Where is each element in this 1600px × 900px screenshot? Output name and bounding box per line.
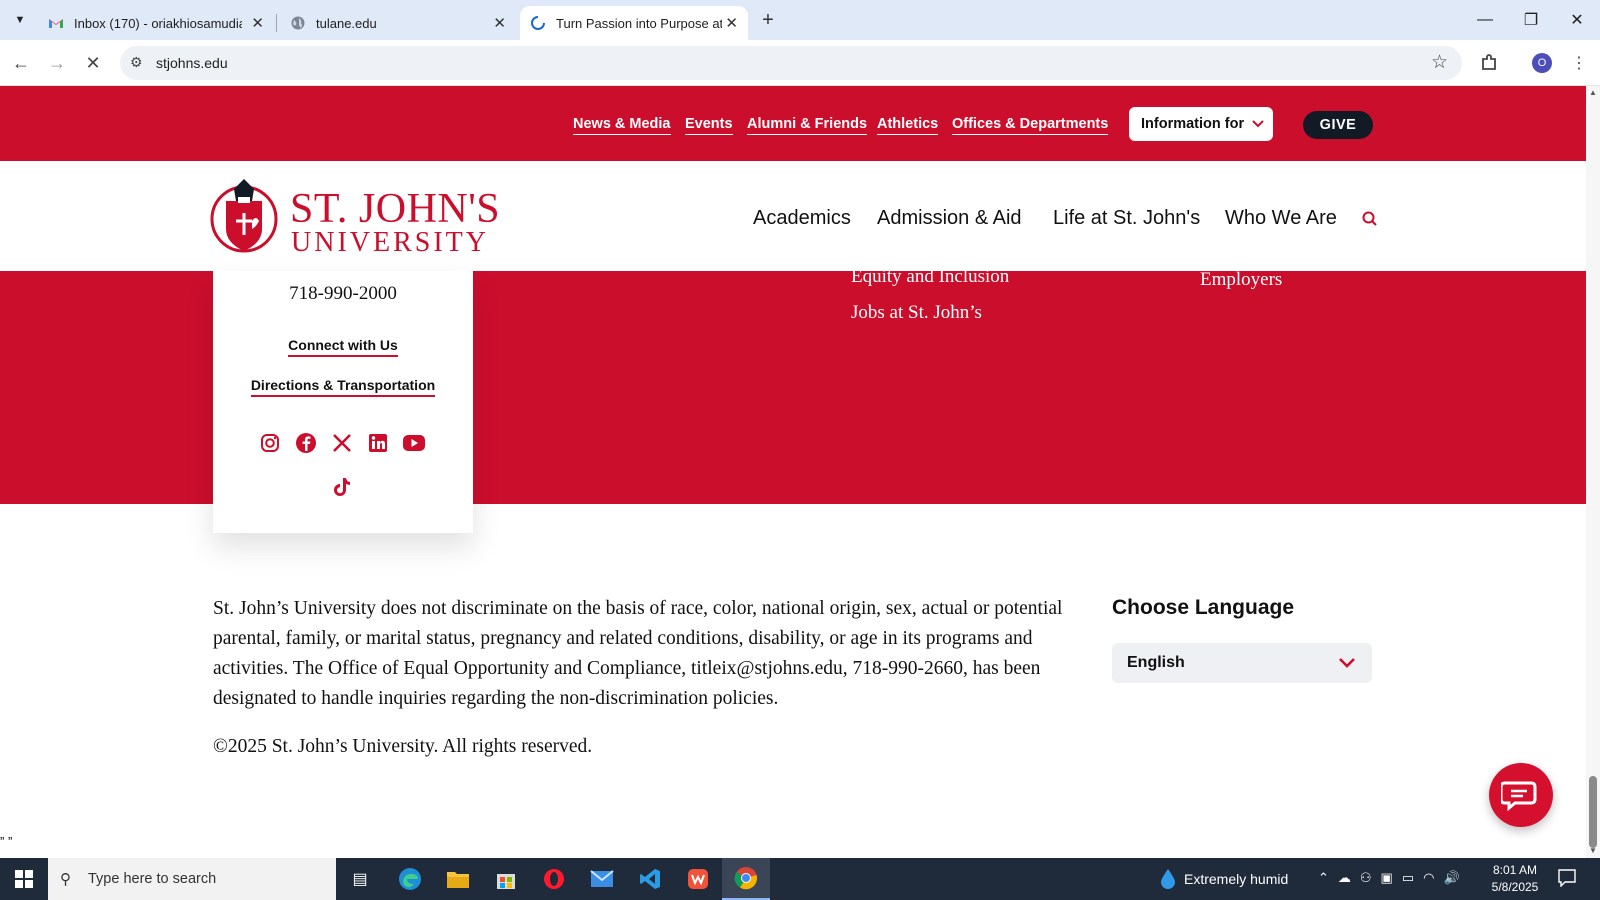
page-scrollbar[interactable]: ▲ ▼	[1586, 86, 1600, 858]
language-value: English	[1127, 654, 1185, 671]
edge-icon[interactable]	[386, 858, 434, 900]
extensions-icon[interactable]	[1476, 50, 1502, 76]
information-for-label: Information for	[1141, 116, 1245, 132]
weather-widget[interactable]: Extremely humid	[1160, 858, 1288, 900]
facebook-icon[interactable]	[294, 431, 318, 455]
nav-who-we-are[interactable]: Who We Are	[1225, 207, 1337, 230]
footer-link-employers[interactable]: Employers	[1200, 269, 1282, 291]
tab-title: Inbox (170) - oriakhiosamudiam	[74, 15, 242, 31]
x-icon[interactable]	[330, 431, 354, 455]
chevron-down-icon	[1339, 658, 1355, 668]
browser-toolbar: ← → ✕ ⚙ stjohns.edu ☆ O ⋮	[0, 40, 1600, 86]
main-nav: ST. JOHN'S UNIVERSITY Academics Admissio…	[0, 161, 1586, 271]
nav-alumni-friends[interactable]: Alumni & Friends	[747, 116, 868, 135]
clock-time: 8:01 AM	[1492, 863, 1538, 877]
stop-icon[interactable]: ✕	[80, 50, 106, 76]
bookmark-star-icon[interactable]: ☆	[1431, 51, 1448, 74]
footer-link-jobs[interactable]: Jobs at St. John’s	[851, 302, 982, 324]
taskbar-search-placeholder: Type here to search	[88, 871, 217, 887]
tiktok-icon[interactable]	[330, 475, 354, 499]
file-explorer-icon[interactable]	[434, 858, 482, 900]
minimize-icon[interactable]: —	[1462, 0, 1508, 40]
scroll-down-arrow[interactable]: ▼	[1589, 846, 1597, 855]
chat-icon	[1501, 781, 1537, 811]
chrome-icon[interactable]	[722, 858, 770, 900]
task-view-icon[interactable]: ▤	[336, 858, 384, 900]
tab-stjohns[interactable]: Turn Passion into Purpose at St. ✕	[520, 6, 748, 40]
scroll-up-arrow[interactable]: ▲	[1589, 88, 1597, 97]
humidity-drop-icon	[1161, 869, 1175, 889]
linkedin-icon[interactable]	[366, 431, 390, 455]
mail-icon[interactable]	[578, 858, 626, 900]
nav-events[interactable]: Events	[685, 116, 733, 135]
non-discrimination-statement: St. John’s University does not discrimin…	[213, 598, 1063, 709]
clock-date: 5/8/2025	[1491, 880, 1539, 894]
nav-academics[interactable]: Academics	[753, 207, 851, 230]
nav-athletics[interactable]: Athletics	[877, 116, 939, 135]
instagram-icon[interactable]	[258, 431, 282, 455]
window-close-icon[interactable]: ✕	[1554, 0, 1600, 40]
chevron-down-icon	[1252, 120, 1264, 128]
loading-icon	[530, 15, 546, 31]
directions-label: Directions & Transportation	[250, 377, 436, 397]
profile-avatar[interactable]: O	[1532, 53, 1552, 73]
back-icon[interactable]: ←	[8, 50, 34, 76]
information-for-button[interactable]: Information for	[1129, 107, 1273, 141]
close-icon[interactable]: ✕	[725, 14, 738, 32]
address-bar[interactable]: ⚙ stjohns.edu ☆	[120, 46, 1462, 80]
close-icon[interactable]: ✕	[493, 14, 506, 32]
crest-icon	[210, 179, 278, 253]
connect-with-us-label: Connect with Us	[288, 337, 398, 357]
weather-text: Extremely humid	[1184, 871, 1289, 887]
tray-icons[interactable]: ⌃☁⚇▣▭◠🔊	[1318, 870, 1469, 886]
phone-number: 718-990-2000	[289, 283, 397, 304]
logo-wordmark: ST. JOHN'S	[290, 186, 501, 232]
browser-tab-strip: ▼ Inbox (170) - oriakhiosamudiam ✕ tulan…	[0, 0, 1600, 40]
close-icon[interactable]: ✕	[251, 14, 264, 32]
tab-tulane[interactable]: tulane.edu ✕	[280, 6, 516, 40]
nav-admission-aid[interactable]: Admission & Aid	[877, 207, 1022, 230]
contact-card: 718-990-2000 Connect with Us Directions …	[213, 271, 473, 533]
wps-office-icon[interactable]	[674, 858, 722, 900]
restore-icon[interactable]: ❐	[1508, 0, 1554, 40]
copyright-text: ©2025 St. John’s University. All rights …	[213, 736, 593, 757]
nav-news-media[interactable]: News & Media	[573, 116, 671, 135]
chat-button[interactable]	[1489, 763, 1553, 827]
youtube-icon[interactable]	[402, 431, 426, 455]
opera-icon[interactable]	[530, 858, 578, 900]
nav-life-at-st-johns[interactable]: Life at St. John's	[1053, 207, 1200, 230]
site-info-icon[interactable]: ⚙	[130, 54, 143, 71]
tab-gmail[interactable]: Inbox (170) - oriakhiosamudiam ✕	[38, 6, 274, 40]
connect-with-us-link[interactable]: Connect with Us	[213, 337, 473, 357]
windows-start-icon[interactable]	[0, 858, 48, 900]
taskbar-clock[interactable]: 8:01 AM 5/8/2025	[1480, 862, 1550, 896]
menu-icon[interactable]: ⋮	[1566, 50, 1592, 76]
site-logo[interactable]: ST. JOHN'S UNIVERSITY	[210, 169, 500, 261]
windows-taskbar: ⚲ Type here to search ▤ Extremely humid …	[0, 858, 1600, 900]
tab-title: Turn Passion into Purpose at St.	[556, 15, 722, 31]
logo-subtitle: UNIVERSITY	[291, 227, 489, 258]
footer-link-equity[interactable]: Equity and Inclusion	[851, 266, 1009, 288]
utility-nav: News & Media Events Alumni & Friends Ath…	[0, 86, 1586, 161]
language-select[interactable]: English	[1112, 643, 1372, 683]
tab-search-button[interactable]: ▼	[8, 8, 32, 32]
search-icon[interactable]	[1362, 211, 1378, 232]
search-icon: ⚲	[60, 871, 71, 888]
tab-title: tulane.edu	[316, 15, 377, 31]
store-icon[interactable]	[482, 858, 530, 900]
globe-icon	[290, 15, 306, 31]
give-button[interactable]: GIVE	[1303, 111, 1373, 139]
directions-link[interactable]: Directions & Transportation	[213, 377, 473, 397]
language-title: Choose Language	[1112, 596, 1295, 619]
new-tab-button[interactable]: +	[756, 8, 780, 32]
notification-icon[interactable]	[1558, 869, 1576, 892]
vscode-icon[interactable]	[626, 858, 674, 900]
stray-text: ” ”	[0, 834, 13, 849]
url-text: stjohns.edu	[156, 55, 228, 71]
nav-offices-departments[interactable]: Offices & Departments	[952, 116, 1109, 135]
scrollbar-thumb[interactable]	[1589, 776, 1597, 848]
forward-icon[interactable]: →	[44, 50, 70, 76]
taskbar-search-input[interactable]: ⚲ Type here to search	[48, 858, 336, 900]
gmail-icon	[48, 15, 64, 31]
